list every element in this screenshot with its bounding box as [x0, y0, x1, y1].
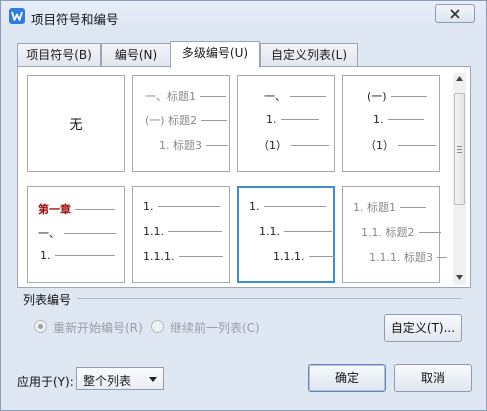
- dialog-title: 项目符号和编号: [31, 12, 119, 27]
- style-none[interactable]: 无: [27, 75, 125, 172]
- multilevel-panel: 无 一、标题1 (一) 标题2 1. 标题3 一、 1. （1） (一) 1. …: [17, 66, 471, 288]
- list-level-3: （1）: [258, 139, 287, 152]
- restart-numbering-label: 重新开始编号(R): [53, 321, 143, 335]
- tab-custom-list[interactable]: 自定义列表(L): [260, 43, 358, 67]
- tab-multilevel[interactable]: 多级编号(U): [170, 41, 260, 68]
- title-bar: 项目符号和编号: [1, 1, 486, 31]
- gallery-scrollbar[interactable]: [453, 73, 466, 285]
- list-level-2: (一) 标题2: [145, 114, 198, 127]
- list-level-3: 1.: [40, 248, 51, 262]
- bullets-numbering-dialog: 项目符号和编号 项目符号(B) 编号(N) 多级编号(U) 自定义列表(L) 无…: [0, 0, 487, 411]
- tab-numbering[interactable]: 编号(N): [101, 43, 171, 67]
- style-decimal-indented[interactable]: 1. 1.1. 1.1.1.: [237, 186, 335, 283]
- cancel-button[interactable]: 取消: [394, 364, 472, 392]
- style-decimal-heading[interactable]: 1. 标题1 1.1. 标题2 1.1.1. 标题3: [342, 186, 447, 283]
- style-chinese-arabic[interactable]: 一、 1. （1）: [237, 75, 335, 172]
- radio-checked-icon: [34, 320, 47, 333]
- style-paren-arabic[interactable]: (一) 1. （1）: [342, 75, 440, 172]
- wps-app-icon: [9, 8, 25, 24]
- style-decimal[interactable]: 1. 1.1. 1.1.1.: [132, 186, 230, 283]
- apply-to-select[interactable]: 整个列表: [76, 367, 164, 390]
- list-level-1: 1.: [143, 199, 154, 213]
- customize-button[interactable]: 自定义(T)...: [384, 314, 462, 342]
- list-level-2: 1.1.: [143, 224, 164, 238]
- none-label: 无: [69, 118, 83, 133]
- dropdown-arrow-icon: [149, 377, 157, 382]
- list-level-1: 1. 标题1: [353, 201, 396, 214]
- style-heading-chinese[interactable]: 一、标题1 (一) 标题2 1. 标题3: [132, 75, 230, 172]
- list-level-2: 一、: [38, 227, 60, 240]
- list-numbering-label: 列表编号: [23, 293, 72, 307]
- list-level-3: 1.1.1. 标题3: [369, 251, 433, 264]
- list-level-2: 1.: [373, 112, 384, 126]
- list-level-3: 1.1.1.: [143, 249, 175, 263]
- list-level-3: （1）: [365, 139, 394, 152]
- list-level-3: 1. 标题3: [159, 139, 202, 152]
- chevron-up-icon: [456, 76, 463, 81]
- apply-to-label: 应用于(Y):: [17, 375, 74, 389]
- close-button[interactable]: [435, 4, 475, 23]
- grip-icon: [457, 146, 462, 155]
- scroll-thumb[interactable]: [454, 93, 465, 205]
- tab-bullets[interactable]: 项目符号(B): [17, 43, 101, 67]
- ok-button[interactable]: 确定: [308, 364, 386, 392]
- scroll-up-button[interactable]: [453, 73, 466, 86]
- list-level-2: 1.1. 标题2: [361, 226, 415, 239]
- list-level-2: 1.: [266, 112, 277, 126]
- list-level-1: 一、: [264, 90, 286, 103]
- close-icon: [450, 9, 460, 19]
- list-level-3: 1.1.1.: [273, 249, 305, 263]
- style-gallery: 无 一、标题1 (一) 标题2 1. 标题3 一、 1. （1） (一) 1. …: [25, 73, 452, 285]
- list-level-1: (一): [367, 90, 387, 103]
- list-level-1: 第一章: [38, 203, 71, 216]
- chevron-down-icon: [456, 275, 463, 280]
- radio-unchecked-icon: [151, 320, 164, 333]
- list-level-1: 一、标题1: [145, 90, 196, 103]
- apply-to-value: 整个列表: [83, 374, 132, 388]
- group-divider: [77, 298, 462, 299]
- style-chapter[interactable]: 第一章 一、 1.: [27, 186, 125, 283]
- scroll-down-button[interactable]: [453, 272, 466, 285]
- continue-list-label: 继续前一列表(C): [170, 321, 260, 335]
- list-level-2: 1.1.: [259, 224, 280, 238]
- list-level-1: 1.: [249, 199, 260, 213]
